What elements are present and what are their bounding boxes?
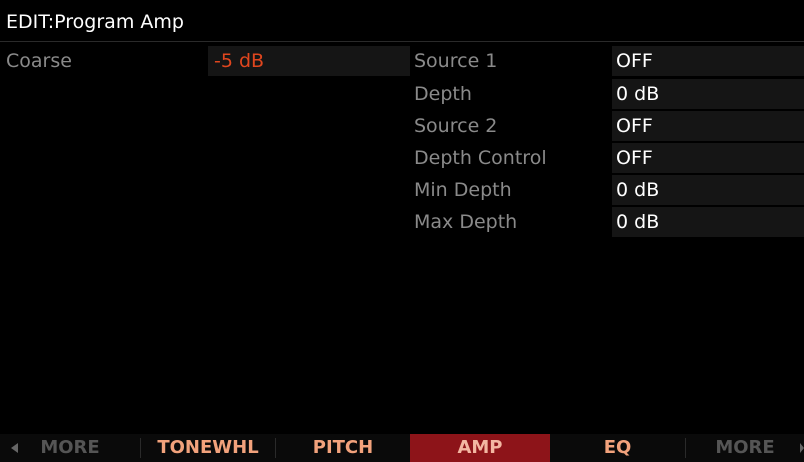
- page-title: EDIT:Program Amp: [6, 11, 184, 33]
- min-depth-label: Min Depth: [414, 179, 512, 201]
- max-depth-label: Max Depth: [414, 211, 518, 233]
- source-2-label: Source 2: [414, 115, 498, 137]
- depth-label: Depth: [414, 83, 472, 105]
- softkey-tonewhl[interactable]: TONEWHL: [141, 434, 275, 462]
- depth-control-value: OFF: [616, 147, 653, 169]
- softkey-eq-label: EQ: [603, 437, 632, 458]
- min-depth-field[interactable]: 0 dB: [612, 175, 804, 205]
- source-1-label: Source 1: [414, 50, 498, 72]
- softkey-bar: MORE TONEWHL PITCH AMP EQ MORE: [0, 434, 804, 462]
- softkey-more-left-label: MORE: [40, 437, 100, 458]
- coarse-label: Coarse: [6, 50, 72, 72]
- softkey-more-right[interactable]: MORE: [686, 434, 804, 462]
- softkey-eq[interactable]: EQ: [550, 434, 685, 462]
- softkey-pitch[interactable]: PITCH: [276, 434, 410, 462]
- source-1-field[interactable]: OFF: [612, 46, 804, 76]
- softkey-more-right-label: MORE: [715, 437, 775, 458]
- source-1-value: OFF: [616, 50, 653, 72]
- arrow-right-icon: [800, 443, 804, 453]
- depth-control-field[interactable]: OFF: [612, 143, 804, 173]
- arrow-left-icon: [11, 443, 18, 453]
- min-depth-value: 0 dB: [616, 179, 660, 201]
- depth-control-label: Depth Control: [414, 147, 547, 169]
- softkey-more-left[interactable]: MORE: [0, 434, 140, 462]
- title-bar: EDIT:Program Amp: [0, 0, 804, 42]
- softkey-tonewhl-label: TONEWHL: [157, 437, 259, 458]
- depth-value: 0 dB: [616, 83, 660, 105]
- softkey-amp-label: AMP: [457, 437, 503, 458]
- source-2-field[interactable]: OFF: [612, 111, 804, 141]
- coarse-field[interactable]: -5 dB: [208, 46, 410, 76]
- coarse-value: -5 dB: [214, 50, 265, 72]
- source-2-value: OFF: [616, 115, 653, 137]
- max-depth-value: 0 dB: [616, 211, 660, 233]
- softkey-amp[interactable]: AMP: [410, 434, 550, 462]
- depth-field[interactable]: 0 dB: [612, 79, 804, 109]
- max-depth-field[interactable]: 0 dB: [612, 207, 804, 237]
- softkey-pitch-label: PITCH: [312, 437, 374, 458]
